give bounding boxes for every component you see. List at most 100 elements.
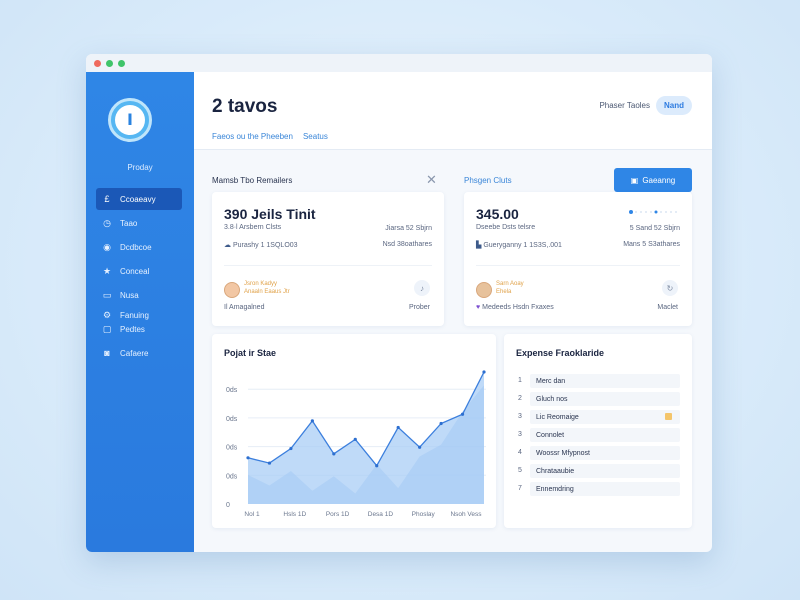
data-point — [396, 425, 400, 430]
main-area: 2 tavos Faeos ou the Pheeben Seatus Phas… — [194, 72, 712, 552]
section-title-left: Mamsb Tbo Remailers — [212, 176, 293, 185]
expense-row-label: Ennemdring — [536, 485, 574, 493]
card-meta: Mans 5 S3athares — [623, 241, 680, 248]
card-meta: Jiarsa 52 Sbjrn — [385, 225, 432, 232]
card-line-text: Gueryganny 1 1S3S,.001 — [483, 242, 562, 249]
sidebar-item-3[interactable]: ★ Conceal — [96, 260, 182, 282]
heart-icon: ♥ — [476, 304, 481, 311]
app-window: Ⅰ Proday £ Ccoaeavy ◷ Taao ◉ Dcdbcoe ★ C… — [86, 54, 712, 552]
star-icon: ★ — [102, 265, 112, 276]
card-title: 390 Jeils Tinit — [224, 206, 316, 222]
expense-row-number: 7 — [518, 485, 522, 492]
close-window-button[interactable] — [94, 59, 101, 67]
expense-row-number: 4 — [518, 449, 522, 456]
y-tick-label: 0ds — [226, 473, 238, 480]
card-subtitle: 3.8·l Arsbern Clsts — [224, 224, 282, 231]
cloud-icon: ☁ — [224, 242, 231, 249]
sidebar-item-4[interactable]: ▭ Nusa — [96, 284, 182, 306]
x-tick-label: Desa 1D — [368, 511, 394, 518]
sidebar-item-1[interactable]: ◷ Taao — [96, 212, 182, 234]
expense-card: Expense Fraoklaride 1 Merc dan 2 Gluch nos 3… — [504, 334, 692, 528]
expense-row-number: 5 — [518, 467, 522, 474]
data-point — [460, 412, 465, 416]
expense-row-number: 3 — [518, 413, 522, 420]
sidebar-item-6[interactable]: ▢ Pedtes — [96, 322, 182, 336]
header-link[interactable]: Phaser Taoles — [599, 101, 650, 110]
clock-icon: ◷ — [103, 217, 111, 228]
dollar-icon: £ — [104, 194, 110, 204]
sidebar-item-2[interactable]: ◉ Dcdbcoe — [96, 236, 182, 258]
data-point — [439, 421, 443, 426]
expense-row[interactable]: Lic Reomaige — [530, 410, 680, 424]
person-name: Jsron Kadyy — [244, 281, 278, 287]
expense-row[interactable]: Gluch nos — [530, 392, 680, 406]
sidebar-item-label: Taao — [120, 218, 138, 228]
avatar — [476, 282, 492, 298]
chart-card: Pojat ir Stae 0 0ds 0ds 0ds 0ds Nol 1 Hsls 1D P… — [212, 334, 496, 528]
expense-row-label: Chrataaubie — [536, 467, 575, 475]
expense-row-number: 1 — [518, 377, 522, 384]
expense-row[interactable]: Ennemdring — [530, 482, 680, 496]
expense-row[interactable]: Woossr Mfypnost — [530, 446, 680, 460]
person-tag: Anaaln Eaaus Jtr — [244, 289, 290, 295]
person-name: Sarn Aoay — [496, 281, 524, 287]
divider — [476, 265, 680, 266]
expense-row-label: Gluch nos — [536, 395, 568, 403]
card-subtitle: Dseebe Dsts telsre — [476, 224, 536, 231]
primary-action-label: Gaeanng — [642, 175, 676, 185]
progress-slider[interactable] — [628, 208, 682, 216]
logo: Ⅰ — [108, 98, 152, 142]
expense-title: Expense Fraoklaride — [516, 348, 605, 358]
x-tick-label: Hsls 1D — [283, 511, 306, 518]
breadcrumb-item[interactable]: Seatus — [303, 132, 328, 141]
sidebar-item-label: Cafaere — [120, 348, 149, 358]
area-chart: 0 0ds 0ds 0ds 0ds Nol 1 Hsls 1D Pors 1D Desa 1D P… — [226, 370, 486, 518]
data-point — [353, 437, 357, 441]
person-tag: Ehela — [496, 289, 512, 295]
sidebar-item-0[interactable]: £ Ccoaeavy — [96, 188, 182, 210]
series-area — [248, 372, 484, 504]
expense-row[interactable]: Chrataaubie — [530, 464, 680, 478]
camera-icon: ▣ — [630, 175, 639, 185]
card-footer-right[interactable]: Prober — [409, 304, 430, 311]
primary-action-button[interactable]: ▣ Gaeanng — [614, 168, 692, 192]
close-icon[interactable]: ✕ — [426, 172, 437, 188]
sidebar: Ⅰ Proday £ Ccoaeavy ◷ Taao ◉ Dcdbcoe ★ C… — [86, 72, 194, 552]
circle-icon: ◉ — [103, 241, 111, 252]
card-footer-left: ♥ Medeeds Hsdn Fxaxes — [476, 304, 554, 311]
gear-icon: ⚙ — [102, 309, 112, 320]
sidebar-item-5[interactable]: ⚙ Fanuing — [96, 308, 182, 322]
card-footer-right[interactable]: Maclet — [657, 304, 678, 311]
data-point — [482, 370, 486, 374]
card-meta: 5 Sand 52 Sbjrn — [629, 225, 680, 232]
y-tick-label: 0ds — [226, 445, 238, 452]
maximize-window-button[interactable] — [118, 59, 125, 67]
expense-row-number: 2 — [518, 395, 522, 402]
chart-title: Pojat ir Stae — [224, 348, 277, 358]
summary-card-2: 345.00 Dseebe Dsts telsre 5 Sand 52 Sbjr… — [464, 192, 692, 326]
x-tick-label: Nsoh Vess — [450, 511, 482, 518]
header-actions: Phaser Taoles Nand — [599, 96, 692, 115]
flag-icon — [665, 413, 672, 420]
data-point — [289, 446, 293, 451]
data-point — [310, 419, 314, 423]
box-icon: ▢ — [102, 323, 112, 334]
title-bar — [86, 54, 712, 72]
card-line-text: Purashy 1 1SQLO03 — [232, 242, 298, 249]
minimize-window-button[interactable] — [106, 59, 113, 67]
card-footer-text: Medeeds Hsdn Fxaxes — [482, 304, 554, 311]
data-point — [267, 461, 272, 465]
logo-mark-icon: Ⅰ — [115, 105, 145, 135]
music-icon[interactable]: ♪ — [414, 280, 430, 296]
sidebar-item-7[interactable]: ◙ Cafaere — [96, 342, 182, 364]
refresh-icon[interactable]: ↻ — [662, 280, 678, 296]
data-point — [246, 456, 250, 460]
expense-row[interactable]: Merc dan — [530, 374, 680, 388]
y-tick-label: 0ds — [226, 387, 238, 394]
expense-row-label: Lic Reomaige — [536, 413, 579, 421]
header-pill-button[interactable]: Nand — [656, 96, 692, 115]
breadcrumb-item[interactable]: Faeos ou the Pheeben — [212, 132, 293, 141]
section-title-right: Phsgen Cluts — [464, 176, 512, 185]
expense-row[interactable]: Connolet — [530, 428, 680, 442]
sidebar-item-label: Conceal — [120, 266, 150, 276]
